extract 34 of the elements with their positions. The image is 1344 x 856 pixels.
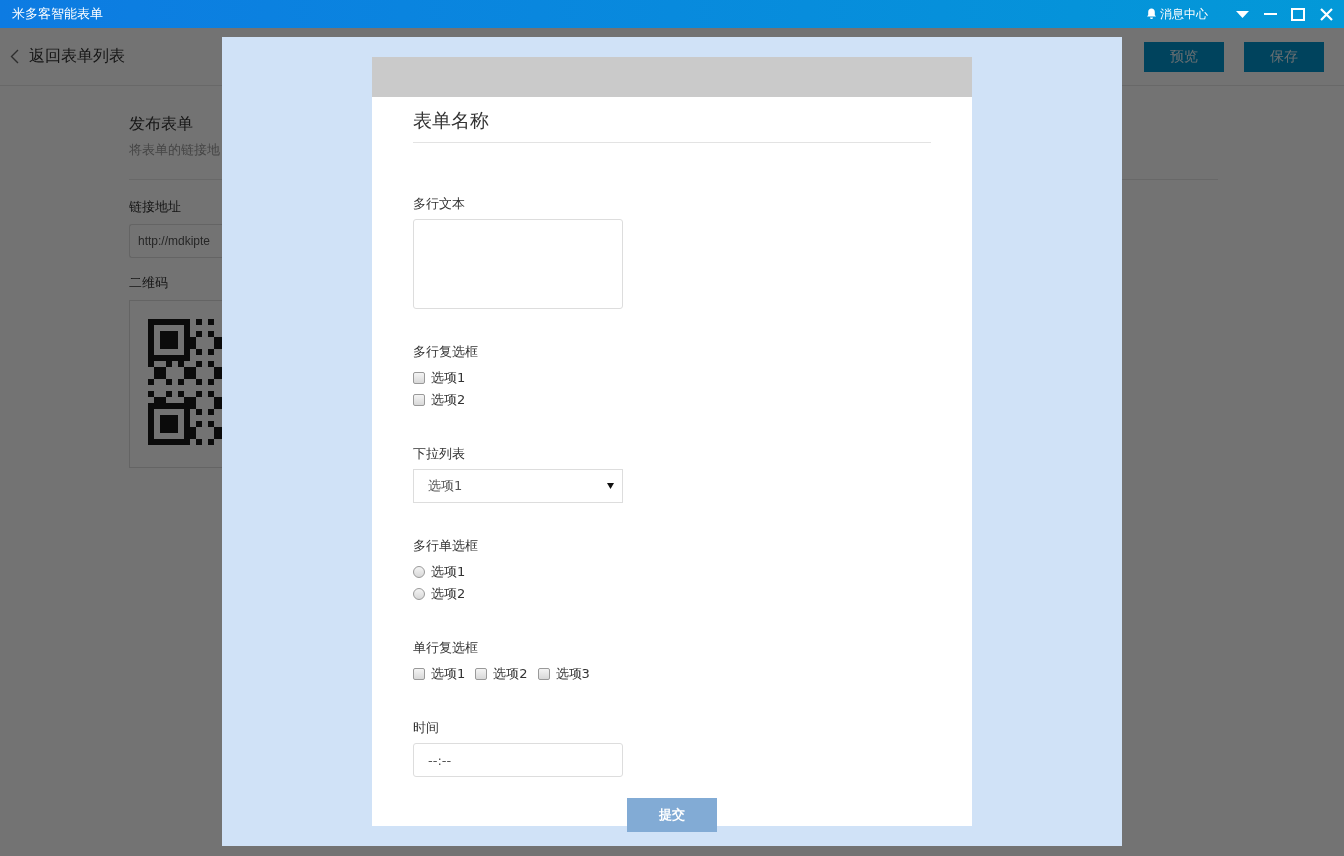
checkbox[interactable] <box>475 668 488 680</box>
qr-label: 二维码 <box>129 274 168 292</box>
close-icon[interactable] <box>1318 6 1334 22</box>
form-title: 表单名称 <box>413 108 931 143</box>
time-field[interactable]: --:-- <box>413 743 623 777</box>
field-label: 时间 <box>413 719 439 737</box>
checkbox[interactable] <box>413 668 425 680</box>
field-label: 多行复选框 <box>413 343 478 361</box>
radio-option[interactable]: 选项2 <box>413 583 466 605</box>
checkbox-option[interactable]: 选项3 <box>537 663 590 685</box>
checkbox[interactable] <box>537 668 550 680</box>
textarea-field[interactable] <box>413 219 623 309</box>
checkbox[interactable] <box>413 394 425 406</box>
bell-icon <box>1146 8 1157 20</box>
field-label: 下拉列表 <box>413 445 465 463</box>
checkbox-option[interactable]: 选项1 <box>413 663 466 685</box>
link-label: 链接地址 <box>129 198 181 216</box>
field-label: 单行复选框 <box>413 639 478 657</box>
checkbox-option[interactable]: 选项2 <box>475 663 528 685</box>
window-title: 米多客智能表单 <box>12 5 103 23</box>
maximize-icon[interactable] <box>1290 6 1306 22</box>
checkbox-option[interactable]: 选项1 <box>413 367 466 389</box>
chevron-left-icon <box>10 49 19 64</box>
radio-option[interactable]: 选项1 <box>413 561 466 583</box>
section-title: 发布表单 <box>129 114 193 135</box>
radio-button[interactable] <box>413 566 425 578</box>
field-label: 多行单选框 <box>413 537 478 555</box>
checkbox[interactable] <box>413 372 425 384</box>
radio-button[interactable] <box>413 588 425 600</box>
back-link[interactable]: 返回表单列表 <box>10 46 125 67</box>
field-label: 多行文本 <box>413 195 465 213</box>
dropdown-field[interactable]: 选项1 <box>413 469 623 503</box>
caret-icon <box>607 483 614 489</box>
checkbox-option[interactable]: 选项2 <box>413 389 466 411</box>
